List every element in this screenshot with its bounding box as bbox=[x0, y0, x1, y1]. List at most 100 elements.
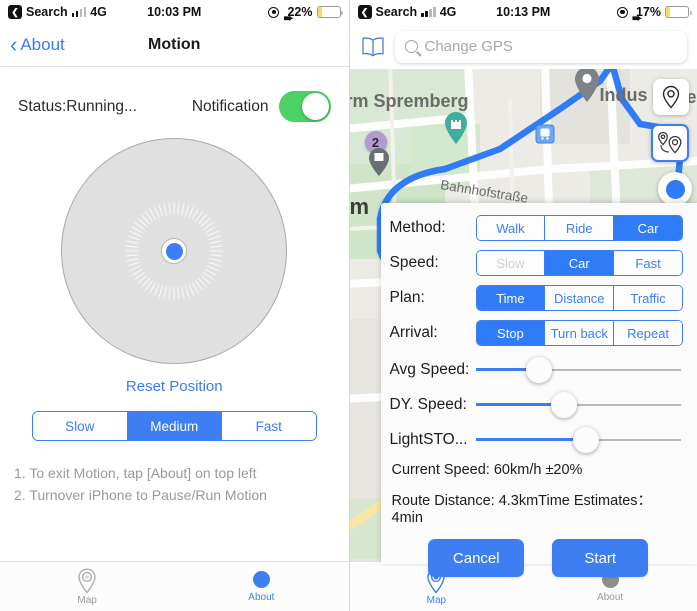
instruction-line-2: 2. Turnover iPhone to Pause/Run Motion bbox=[14, 486, 267, 503]
tab-map-label: Map bbox=[426, 594, 447, 606]
instruction-line-1: 1. To exit Motion, tap [About] on top le… bbox=[14, 465, 257, 481]
location-services-icon bbox=[268, 6, 280, 18]
option-repeat[interactable]: Repeat bbox=[614, 321, 682, 345]
map-label-m: m bbox=[349, 194, 370, 219]
settings-row: Method: Walk Ride Car bbox=[390, 212, 688, 244]
dial-knob-dot bbox=[165, 242, 183, 260]
status-bar-indicators: ➨ 17% bbox=[616, 5, 692, 24]
speed-option-slow[interactable]: Slow bbox=[33, 412, 128, 440]
tab-map[interactable]: Map bbox=[0, 562, 174, 611]
status-bar-indicators: ➨ 22% bbox=[268, 5, 343, 24]
slider-avgspeed[interactable] bbox=[475, 356, 681, 383]
option-ride[interactable]: Ride bbox=[545, 216, 615, 240]
settings-row-label: Speed: bbox=[389, 254, 439, 271]
slider-label: DY. Speed: bbox=[389, 395, 467, 413]
motion-dial-container bbox=[0, 130, 349, 364]
map-poi-dark[interactable] bbox=[368, 147, 390, 182]
tab-about-label: About bbox=[248, 591, 275, 603]
dual-phone-screenshot: ❮ Search 4G 10:03 PM ➨ 22% ‹ About Motio… bbox=[0, 0, 697, 611]
segmented-rows: Method: Walk Ride Car Speed: Slow Car Fast Plan:… bbox=[390, 212, 688, 349]
tab-about[interactable]: About bbox=[174, 562, 348, 611]
speed-option-medium[interactable]: Medium bbox=[127, 412, 222, 440]
current-location-indicator[interactable] bbox=[658, 172, 692, 206]
left-tab-bar: Map About bbox=[0, 561, 349, 611]
about-dot-icon bbox=[252, 570, 270, 588]
back-button[interactable]: ‹ About bbox=[10, 34, 65, 56]
segmented-control-speed[interactable]: Slow Car Fast bbox=[475, 250, 683, 276]
slider-fill bbox=[475, 438, 587, 441]
two-pins-route-icon bbox=[658, 131, 682, 154]
right-phone-screen: ❮ Search 4G 10:13 PM ➨ 17% Change GPS rm… bbox=[349, 0, 697, 611]
battery-icon bbox=[316, 6, 343, 18]
tab-about-label: About bbox=[597, 591, 624, 603]
search-placeholder: Change GPS bbox=[424, 38, 513, 55]
status-row: Status:Running... Notification bbox=[0, 67, 349, 130]
route-distance-info: Route Distance: 4.3kmTime Estimates： 4mi… bbox=[391, 493, 653, 526]
search-input[interactable]: Change GPS bbox=[394, 30, 687, 63]
location-services-icon bbox=[616, 6, 628, 18]
slider-rows: Avg Speed: DY. Speed: LightSTO... bbox=[390, 352, 688, 457]
route-settings-panel: Method: Walk Ride Car Speed: Slow Car Fast Plan:… bbox=[380, 203, 697, 577]
slider-row: LightSTO... bbox=[390, 422, 688, 457]
map-poi-castle[interactable] bbox=[442, 111, 470, 150]
left-status-bar: ❮ Search 4G 10:03 PM ➨ 22% bbox=[0, 0, 349, 24]
multi-pin-route-button[interactable] bbox=[651, 124, 689, 162]
cancel-button[interactable]: Cancel bbox=[428, 539, 525, 577]
left-nav-bar: ‹ About Motion bbox=[0, 24, 349, 66]
settings-row-label: Method: bbox=[389, 219, 446, 236]
slider-thumb[interactable] bbox=[573, 426, 600, 453]
notification-label: Notification bbox=[191, 97, 269, 115]
slider-thumb[interactable] bbox=[550, 391, 577, 418]
add-pin-button[interactable] bbox=[653, 79, 689, 115]
slider-dyspeed[interactable] bbox=[475, 391, 681, 418]
slider-row: Avg Speed: bbox=[390, 352, 688, 387]
map-label-industrie: Indus bbox=[599, 85, 648, 105]
speed-segmented-control[interactable]: Slow Medium Fast bbox=[32, 411, 317, 441]
battery-icon bbox=[665, 6, 692, 18]
current-speed-info: Current Speed: 60km/h ±20% bbox=[391, 462, 583, 478]
segmented-control-arrival[interactable]: Stop Turn back Repeat bbox=[475, 320, 683, 346]
settings-row-label: Plan: bbox=[389, 289, 425, 306]
motion-dial[interactable] bbox=[61, 138, 288, 364]
option-traffic[interactable]: Traffic bbox=[614, 286, 682, 310]
bookmarks-icon[interactable] bbox=[360, 36, 386, 58]
slider-label: LightSTO... bbox=[389, 430, 468, 448]
option-distance[interactable]: Distance bbox=[545, 286, 615, 310]
panel-action-buttons: Cancel Start bbox=[390, 526, 688, 577]
back-button-label: About bbox=[20, 35, 65, 54]
option-turn-back[interactable]: Turn back bbox=[545, 321, 615, 345]
settings-row: Speed: Slow Car Fast bbox=[390, 247, 688, 279]
right-status-bar: ❮ Search 4G 10:13 PM ➨ 17% bbox=[349, 0, 697, 24]
map-poi-gray[interactable] bbox=[572, 69, 602, 109]
option-slow[interactable]: Slow bbox=[476, 251, 546, 275]
instructions-list: 1. To exit Motion, tap [About] on top le… bbox=[0, 441, 349, 506]
settings-row: Arrival: Stop Turn back Repeat bbox=[390, 317, 688, 349]
map-poi-transit[interactable] bbox=[535, 124, 555, 149]
option-time[interactable]: Time bbox=[476, 286, 546, 310]
single-pin-icon bbox=[662, 85, 680, 109]
settings-row: Plan: Time Distance Traffic bbox=[390, 282, 688, 314]
search-bar: Change GPS bbox=[349, 24, 697, 69]
map-label-spremberg: rm Spremberg bbox=[349, 91, 469, 111]
segmented-control-plan[interactable]: Time Distance Traffic bbox=[475, 285, 683, 311]
map-pin-icon bbox=[77, 567, 97, 594]
option-car[interactable]: Car bbox=[614, 216, 682, 240]
notification-toggle[interactable] bbox=[278, 91, 331, 122]
segmented-control-method[interactable]: Walk Ride Car bbox=[475, 215, 683, 241]
slider-thumb[interactable] bbox=[526, 356, 553, 383]
option-stop[interactable]: Stop bbox=[476, 321, 546, 345]
option-car[interactable]: Car bbox=[545, 251, 615, 275]
slider-lightsto[interactable] bbox=[475, 426, 681, 453]
slider-label: Avg Speed: bbox=[389, 360, 470, 378]
speed-option-fast[interactable]: Fast bbox=[222, 412, 316, 440]
slider-row: DY. Speed: bbox=[390, 387, 688, 422]
reset-position-button[interactable]: Reset Position bbox=[0, 364, 349, 395]
option-walk[interactable]: Walk bbox=[476, 216, 546, 240]
tab-map-label: Map bbox=[77, 594, 97, 606]
option-fast[interactable]: Fast bbox=[614, 251, 682, 275]
settings-row-label: Arrival: bbox=[389, 324, 438, 341]
start-button[interactable]: Start bbox=[552, 539, 649, 577]
search-icon bbox=[404, 40, 418, 53]
dial-tick bbox=[62, 250, 175, 252]
chevron-left-icon: ‹ bbox=[10, 32, 18, 57]
